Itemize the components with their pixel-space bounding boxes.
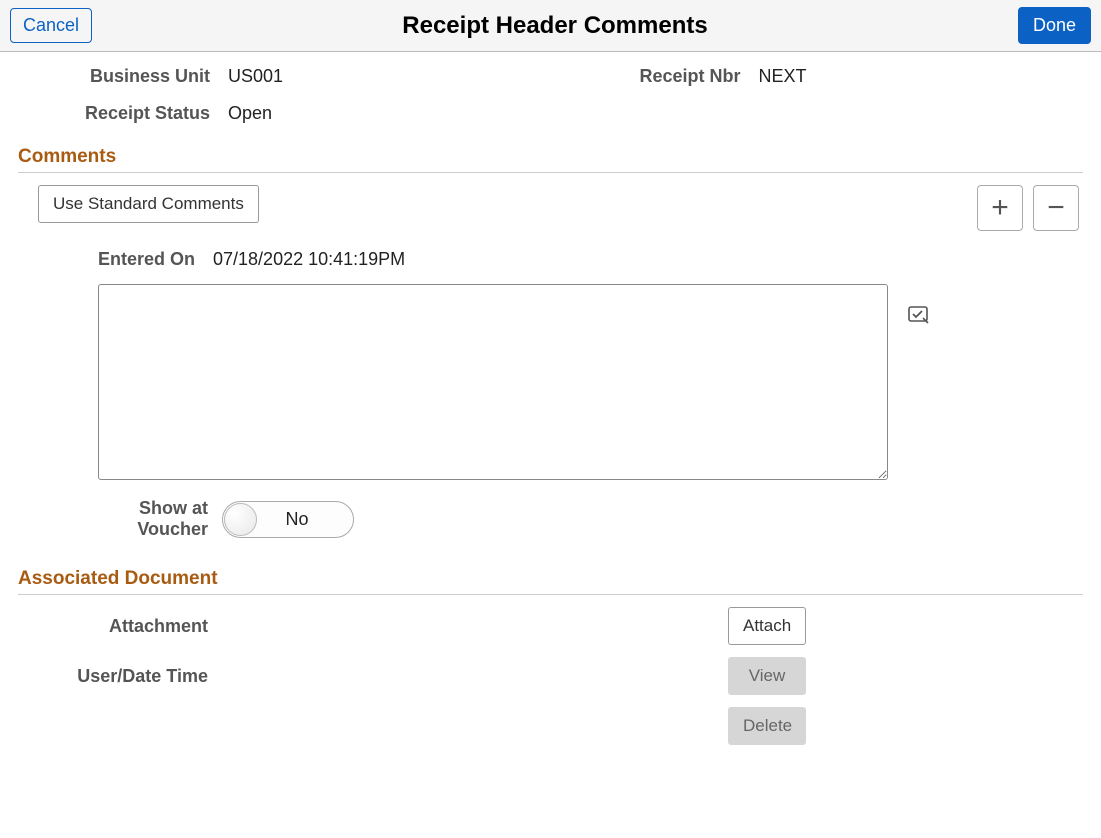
receipt-status-value: Open [228,103,553,124]
entered-on-row: Entered On 07/18/2022 10:41:19PM [18,249,1083,270]
content-area: Business Unit US001 Receipt Nbr NEXT Rec… [0,52,1101,765]
modal-header: Cancel Receipt Header Comments Done [0,0,1101,52]
spellcheck-icon[interactable] [908,304,930,329]
business-unit-value: US001 [228,66,553,87]
comments-section-title: Comments [18,146,1083,173]
add-row-button[interactable]: + [977,185,1023,231]
associated-document-grid: Attachment Attach User/Date Time View De… [18,607,1083,745]
show-at-voucher-toggle[interactable]: No [222,501,354,538]
row-controls: + − [977,185,1079,231]
entered-on-value: 07/18/2022 10:41:19PM [213,249,405,270]
attach-button[interactable]: Attach [728,607,806,645]
delete-row-button[interactable]: − [1033,185,1079,231]
page-title: Receipt Header Comments [92,12,1018,40]
plus-icon: + [991,193,1009,223]
comment-textarea-row [18,284,1083,480]
receipt-nbr-value: NEXT [759,66,1084,87]
comment-textarea[interactable] [98,284,888,480]
show-at-voucher-row: Show at Voucher No [18,498,1083,540]
toggle-knob [224,503,257,536]
cancel-button[interactable]: Cancel [10,8,92,43]
associated-document-section-title: Associated Document [18,568,1083,595]
delete-button: Delete [728,707,806,745]
use-standard-comments-button[interactable]: Use Standard Comments [38,185,259,223]
comments-controls: Use Standard Comments + − [18,185,1083,231]
header-info-grid: Business Unit US001 Receipt Nbr NEXT Rec… [18,66,1083,124]
receipt-nbr-label: Receipt Nbr [571,66,741,87]
attachment-label: Attachment [18,616,208,637]
show-at-voucher-label: Show at Voucher [108,498,208,540]
user-date-time-label: User/Date Time [18,666,208,687]
done-button[interactable]: Done [1018,7,1091,44]
minus-icon: − [1047,193,1065,223]
business-unit-label: Business Unit [40,66,210,87]
entered-on-label: Entered On [98,249,195,270]
view-button: View [728,657,806,695]
receipt-status-label: Receipt Status [40,103,210,124]
